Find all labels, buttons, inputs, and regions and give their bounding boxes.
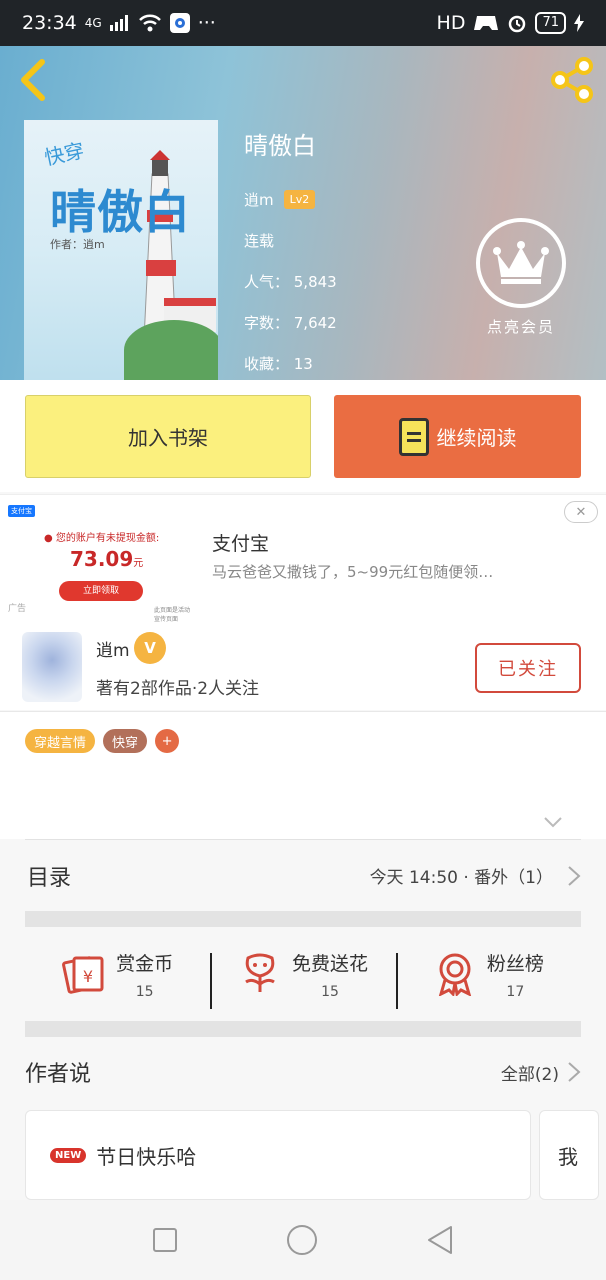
follow-button[interactable]: 已关注 bbox=[475, 643, 581, 693]
tag-chip[interactable]: 穿越言情 bbox=[25, 729, 96, 753]
continue-reading-label: 继续阅读 bbox=[436, 426, 517, 450]
stats-row: ¥ 赏金币 15 免费送花 15 粉丝榜 17 bbox=[25, 927, 581, 1021]
author-name[interactable]: 逍m bbox=[96, 636, 130, 661]
game-mode-icon bbox=[474, 16, 499, 30]
section-divider bbox=[25, 911, 581, 927]
stat-label: 免费送花 bbox=[291, 952, 368, 975]
chevron-right-icon bbox=[568, 865, 581, 886]
network-type: 4G bbox=[84, 16, 102, 30]
book-favorites: 收藏： 13 bbox=[244, 355, 313, 373]
note-text: 我 bbox=[558, 1144, 578, 1169]
book-word-count: 字数： 7,642 bbox=[244, 314, 337, 332]
stat-label: 赏金币 bbox=[116, 952, 174, 975]
book-status: 连载 bbox=[244, 232, 275, 250]
flower-icon bbox=[245, 953, 275, 992]
stat-value: 15 bbox=[135, 983, 154, 1000]
cover-author: 作者：逍m bbox=[50, 238, 105, 251]
stat-value: 17 bbox=[506, 983, 525, 1000]
section-divider bbox=[25, 1021, 581, 1037]
cover-title: 晴傲白 bbox=[50, 185, 191, 239]
share-icon[interactable] bbox=[548, 56, 596, 104]
recent-apps-icon[interactable] bbox=[153, 1228, 177, 1252]
ad-disclaimer: 此页面是活动宣传页面 bbox=[154, 607, 191, 623]
app-notification-icon bbox=[169, 13, 190, 33]
vip-label: 点亮会员 bbox=[486, 318, 555, 336]
catalog-title: 目录 bbox=[27, 865, 72, 891]
fan-ranking-button[interactable]: 粉丝榜 17 bbox=[395, 949, 581, 1009]
battery-indicator: 71 bbox=[535, 12, 566, 34]
system-nav-bar bbox=[0, 1200, 606, 1280]
author-note-card[interactable]: NEW 节日快乐哈 bbox=[25, 1110, 531, 1200]
book-icon bbox=[398, 417, 429, 456]
note-text: 节日快乐哈 bbox=[96, 1144, 197, 1169]
book-info: 晴傲白 逍m Lv2 连载 人气： 5,843 字数： 7,642 收藏： 13 bbox=[244, 126, 337, 380]
ad-amount: 73.09元 bbox=[70, 547, 144, 571]
more-notifications: ··· bbox=[197, 12, 216, 34]
alarm-icon bbox=[509, 15, 526, 33]
status-bar: 23:34 4G ··· HD 71 bbox=[0, 0, 606, 46]
latest-chapter: 今天 14:50 · 番外（1） bbox=[369, 868, 553, 888]
tags-section: 穿越言情 快穿 + bbox=[0, 711, 606, 839]
medal-icon bbox=[438, 953, 471, 996]
book-cover[interactable]: 快穿 晴傲白 作者：逍m bbox=[24, 120, 218, 380]
charging-icon bbox=[574, 14, 584, 32]
tag-list: 穿越言情 快穿 + bbox=[25, 729, 180, 753]
svg-text:¥: ¥ bbox=[83, 967, 93, 986]
cover-bush bbox=[124, 320, 218, 380]
view-all-notes-link[interactable]: 全部(2) bbox=[501, 1060, 559, 1085]
catalog-row[interactable]: 目录 今天 14:50 · 番外（1） bbox=[25, 839, 581, 911]
ad-close-button[interactable]: ✕ bbox=[564, 501, 598, 523]
back-nav-icon[interactable] bbox=[427, 1225, 453, 1255]
send-flower-button[interactable]: 免费送花 15 bbox=[210, 949, 395, 1009]
vip-button[interactable]: 点亮会员 bbox=[476, 218, 566, 337]
ad-cta: 立即领取 bbox=[59, 581, 143, 601]
ad-banner[interactable]: 支付宝 ● 您的账户有未提现金额: 73.09元 立即领取 广告 此页面是活动宣… bbox=[0, 494, 606, 624]
ad-logo: 支付宝 bbox=[8, 505, 35, 517]
ad-description: 马云爸爸又撒钱了，5~99元红包随便领… bbox=[212, 563, 494, 581]
book-popularity: 人气： 5,843 bbox=[244, 273, 337, 291]
author-notes-header: 作者说 全部(2) bbox=[25, 1050, 581, 1094]
author-section: 逍m V 著有2部作品·2人关注 已关注 bbox=[0, 624, 606, 710]
book-author-line: 逍m Lv2 bbox=[244, 179, 337, 220]
chevron-right-icon[interactable] bbox=[567, 1061, 581, 1083]
author-stats: 著有2部作品·2人关注 bbox=[96, 679, 260, 699]
reward-coin-button[interactable]: ¥ 赏金币 15 bbox=[25, 949, 210, 1000]
avatar[interactable] bbox=[22, 632, 82, 702]
author-notes-title: 作者说 bbox=[25, 1062, 92, 1087]
add-tag-button[interactable]: + bbox=[155, 729, 180, 753]
author-note-card[interactable]: 我 bbox=[539, 1110, 599, 1200]
stat-label: 粉丝榜 bbox=[486, 952, 544, 975]
tag-chip[interactable]: 快穿 bbox=[103, 729, 148, 753]
book-header: 快穿 晴傲白 作者：逍m 晴傲白 逍m Lv2 连载 人气： 5,843 字数：… bbox=[0, 46, 606, 380]
add-to-shelf-button[interactable]: 加入书架 bbox=[25, 395, 311, 478]
chevron-down-icon[interactable] bbox=[543, 812, 563, 832]
ad-note: ● 您的账户有未提现金额: bbox=[44, 533, 160, 544]
back-icon[interactable] bbox=[14, 58, 54, 102]
continue-reading-button[interactable]: 继续阅读 bbox=[334, 395, 581, 478]
cover-tag: 快穿 bbox=[42, 138, 87, 170]
coin-icon: ¥ bbox=[62, 956, 104, 994]
verified-badge: V bbox=[134, 632, 166, 664]
crown-icon bbox=[476, 218, 566, 308]
status-time: 23:34 bbox=[22, 12, 77, 34]
action-bar: 加入书架 继续阅读 bbox=[0, 380, 606, 492]
new-badge: NEW bbox=[50, 1147, 87, 1163]
ad-tag: 广告 bbox=[8, 604, 27, 614]
ad-brand: 支付宝 bbox=[212, 533, 270, 555]
stat-value: 15 bbox=[321, 983, 339, 1000]
level-badge: Lv2 bbox=[283, 190, 316, 209]
hd-indicator: HD bbox=[436, 12, 466, 34]
home-icon[interactable] bbox=[287, 1225, 317, 1255]
ad-image: 支付宝 ● 您的账户有未提现金额: 73.09元 立即领取 广告 此页面是活动宣… bbox=[4, 501, 194, 623]
wifi-icon bbox=[138, 14, 161, 32]
book-title: 晴傲白 bbox=[244, 132, 316, 160]
book-author[interactable]: 逍m bbox=[244, 189, 274, 210]
signal-icon bbox=[109, 15, 128, 31]
